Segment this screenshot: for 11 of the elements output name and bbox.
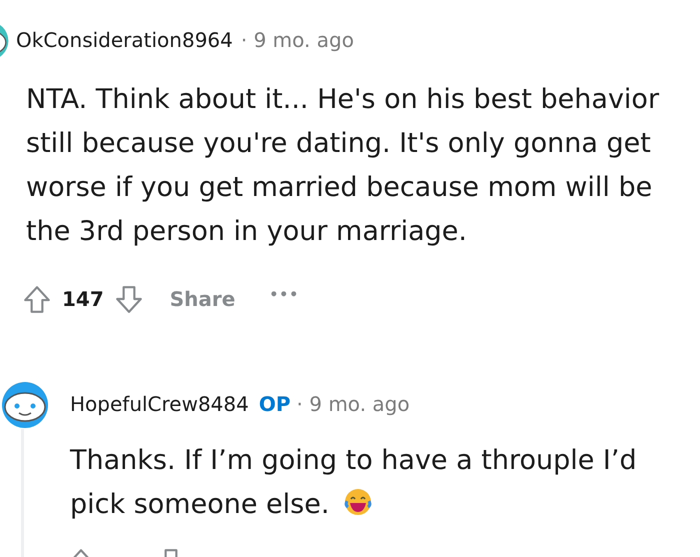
op-label: OP bbox=[258, 391, 291, 418]
username-link[interactable]: HopefulCrew8484 bbox=[70, 389, 249, 419]
upvote-icon[interactable] bbox=[22, 284, 52, 314]
comment-timestamp: · 9 mo. ago bbox=[296, 391, 410, 418]
comment-text: Thanks. If I’m going to have a throuple I’d pick someone else. bbox=[70, 445, 637, 520]
downvote-icon[interactable] bbox=[114, 284, 144, 314]
comment-timestamp: · 9 mo. ago bbox=[240, 27, 354, 54]
comment-text: NTA. Think about it... He's on his best behavior still because you're dating. It's only gonna get worse if you get married because mom will be the 3rd person in your marriage. bbox=[26, 84, 660, 247]
avatar-icon[interactable] bbox=[0, 379, 50, 429]
username-link[interactable]: OkConsideration8964 bbox=[16, 25, 233, 55]
vote-count: 147 bbox=[62, 286, 104, 313]
